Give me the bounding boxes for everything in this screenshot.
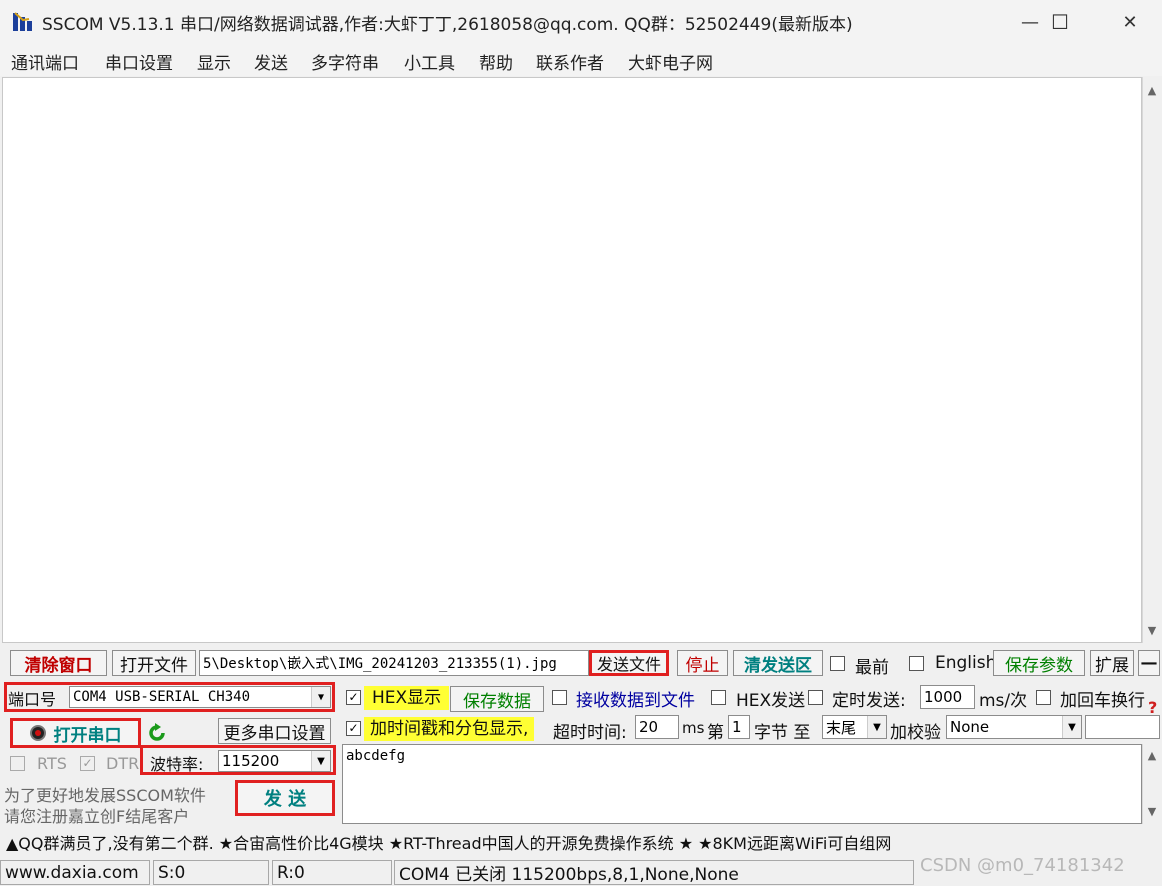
status-port-state: COM4 已关闭 115200bps,8,1,None,None <box>394 860 914 885</box>
timed-send-label: 定时发送: <box>832 691 906 711</box>
menu-item-comm-port[interactable]: 通讯端口 <box>11 49 79 74</box>
interval-unit: ms/次 <box>979 691 1028 711</box>
topmost-label: 最前 <box>855 658 889 678</box>
open-file-button[interactable]: 打开文件 <box>112 650 196 676</box>
send-textarea[interactable]: abcdefg <box>342 744 1142 824</box>
menu-item-daxia-site[interactable]: 大虾电子网 <box>628 49 713 74</box>
english-checkbox[interactable] <box>909 656 924 671</box>
checksum-label: 加校验 <box>890 723 941 743</box>
open-port-button[interactable]: 打开串口 <box>10 718 141 748</box>
file-path-field[interactable]: 5\Desktop\嵌入式\IMG_20241203_213355(1).jpg <box>199 650 589 676</box>
english-label: English <box>935 653 997 673</box>
end-select-value: 末尾 <box>826 718 857 737</box>
app-logo-icon <box>12 11 34 33</box>
receive-to-file-label: 接收数据到文件 <box>576 691 695 711</box>
scroll-down-icon[interactable]: ▼ <box>1143 802 1161 820</box>
byte-label-suffix: 字节 至 <box>754 723 811 743</box>
send-scrollbar[interactable]: ▲ ▼ <box>1142 744 1160 824</box>
send-button[interactable]: 发 送 <box>235 780 335 816</box>
timeout-input[interactable]: 20 <box>635 715 679 739</box>
checksum-result-field[interactable] <box>1085 715 1160 739</box>
stop-button[interactable]: 停止 <box>677 650 728 676</box>
port-status-icon <box>29 725 46 741</box>
open-port-label: 打开串口 <box>53 725 122 746</box>
chevron-down-icon[interactable]: ▼ <box>867 716 886 738</box>
receive-to-file-checkbox[interactable] <box>552 690 567 705</box>
end-select[interactable]: 末尾 ▼ <box>822 715 887 739</box>
clear-send-button[interactable]: 清发送区 <box>733 650 823 676</box>
checksum-select-value: None <box>950 718 990 736</box>
watermark: CSDN @m0_74181342 <box>920 855 1125 876</box>
scroll-down-icon[interactable]: ▼ <box>1143 621 1161 639</box>
menu-item-display[interactable]: 显示 <box>197 49 231 74</box>
more-settings-button[interactable]: 更多串口设置 <box>218 718 331 744</box>
interval-input[interactable]: 1000 <box>920 685 975 709</box>
scroll-up-icon[interactable]: ▲ <box>1143 746 1161 764</box>
send-file-button[interactable]: 发送文件 <box>589 650 669 676</box>
menu-item-port-settings[interactable]: 串口设置 <box>105 49 173 74</box>
status-website[interactable]: www.daxia.com <box>0 860 150 885</box>
timeout-label: 超时时间: <box>553 723 627 743</box>
chevron-down-icon[interactable]: ▼ <box>311 687 330 707</box>
menu-item-multi-string[interactable]: 多字符串 <box>311 49 379 74</box>
timeout-unit: ms <box>682 719 705 737</box>
checksum-select[interactable]: None ▼ <box>946 715 1082 739</box>
save-data-button[interactable]: 保存数据 <box>450 686 544 712</box>
status-received-count: R:0 <box>272 860 392 885</box>
close-button[interactable]: ✕ <box>1100 0 1160 44</box>
hex-send-checkbox[interactable] <box>711 690 726 705</box>
baud-select[interactable]: 115200 ▼ <box>218 750 331 772</box>
port-select[interactable]: COM4 USB-SERIAL CH340 ▼ <box>69 686 331 708</box>
help-icon[interactable]: ? <box>1148 698 1157 717</box>
rts-checkbox[interactable] <box>10 756 25 771</box>
dtr-checkbox[interactable]: ✓ <box>80 756 95 771</box>
promo-line-2: 请您注册嘉立创F结尾客户 <box>4 807 190 826</box>
hex-display-label: HEX显示 <box>364 686 450 710</box>
port-select-value: COM4 USB-SERIAL CH340 <box>73 689 251 705</box>
add-crlf-label: 加回车换行 <box>1060 691 1145 711</box>
chevron-down-icon[interactable]: ▼ <box>1062 716 1081 738</box>
rts-label: RTS <box>37 754 67 773</box>
hex-send-label: HEX发送 <box>736 691 806 711</box>
chevron-down-icon[interactable]: ▼ <box>311 751 330 771</box>
timestamp-checkbox[interactable]: ✓ <box>346 721 361 736</box>
baud-select-value: 115200 <box>222 752 280 770</box>
add-crlf-checkbox[interactable] <box>1036 690 1051 705</box>
port-label: 端口号 <box>8 690 57 709</box>
refresh-icon[interactable] <box>146 722 168 744</box>
receive-scrollbar[interactable]: ▲ ▼ <box>1142 77 1160 643</box>
status-sent-count: S:0 <box>153 860 269 885</box>
collapse-button[interactable]: — <box>1138 650 1160 676</box>
byte-index-input[interactable]: 1 <box>728 715 750 739</box>
expand-button[interactable]: 扩展 <box>1090 650 1134 676</box>
scroll-up-icon[interactable]: ▲ <box>1143 81 1161 99</box>
menu-item-contact-author[interactable]: 联系作者 <box>536 49 604 74</box>
maximize-button[interactable]: ☐ <box>1030 0 1090 44</box>
byte-label-prefix: 第 <box>707 723 724 743</box>
ticker-text: ▲QQ群满员了,没有第二个群. ★合宙高性价比4G模块 ★RT-Thread中国… <box>6 834 892 853</box>
menu-item-tools[interactable]: 小工具 <box>404 49 455 74</box>
clear-window-button[interactable]: 清除窗口 <box>10 650 107 676</box>
timed-send-checkbox[interactable] <box>808 690 823 705</box>
topmost-checkbox[interactable] <box>830 656 845 671</box>
window-title: SSCOM V5.13.1 串口/网络数据调试器,作者:大虾丁丁,2618058… <box>42 15 853 35</box>
menu-item-help[interactable]: 帮助 <box>479 49 513 74</box>
save-params-button[interactable]: 保存参数 <box>993 650 1085 676</box>
receive-area[interactable] <box>2 77 1142 643</box>
baud-label: 波特率: <box>150 755 204 774</box>
timestamp-label: 加时间戳和分包显示, <box>364 717 535 741</box>
menu-item-send[interactable]: 发送 <box>254 49 288 74</box>
dtr-label: DTR <box>106 754 140 773</box>
hex-display-checkbox[interactable]: ✓ <box>346 690 361 705</box>
